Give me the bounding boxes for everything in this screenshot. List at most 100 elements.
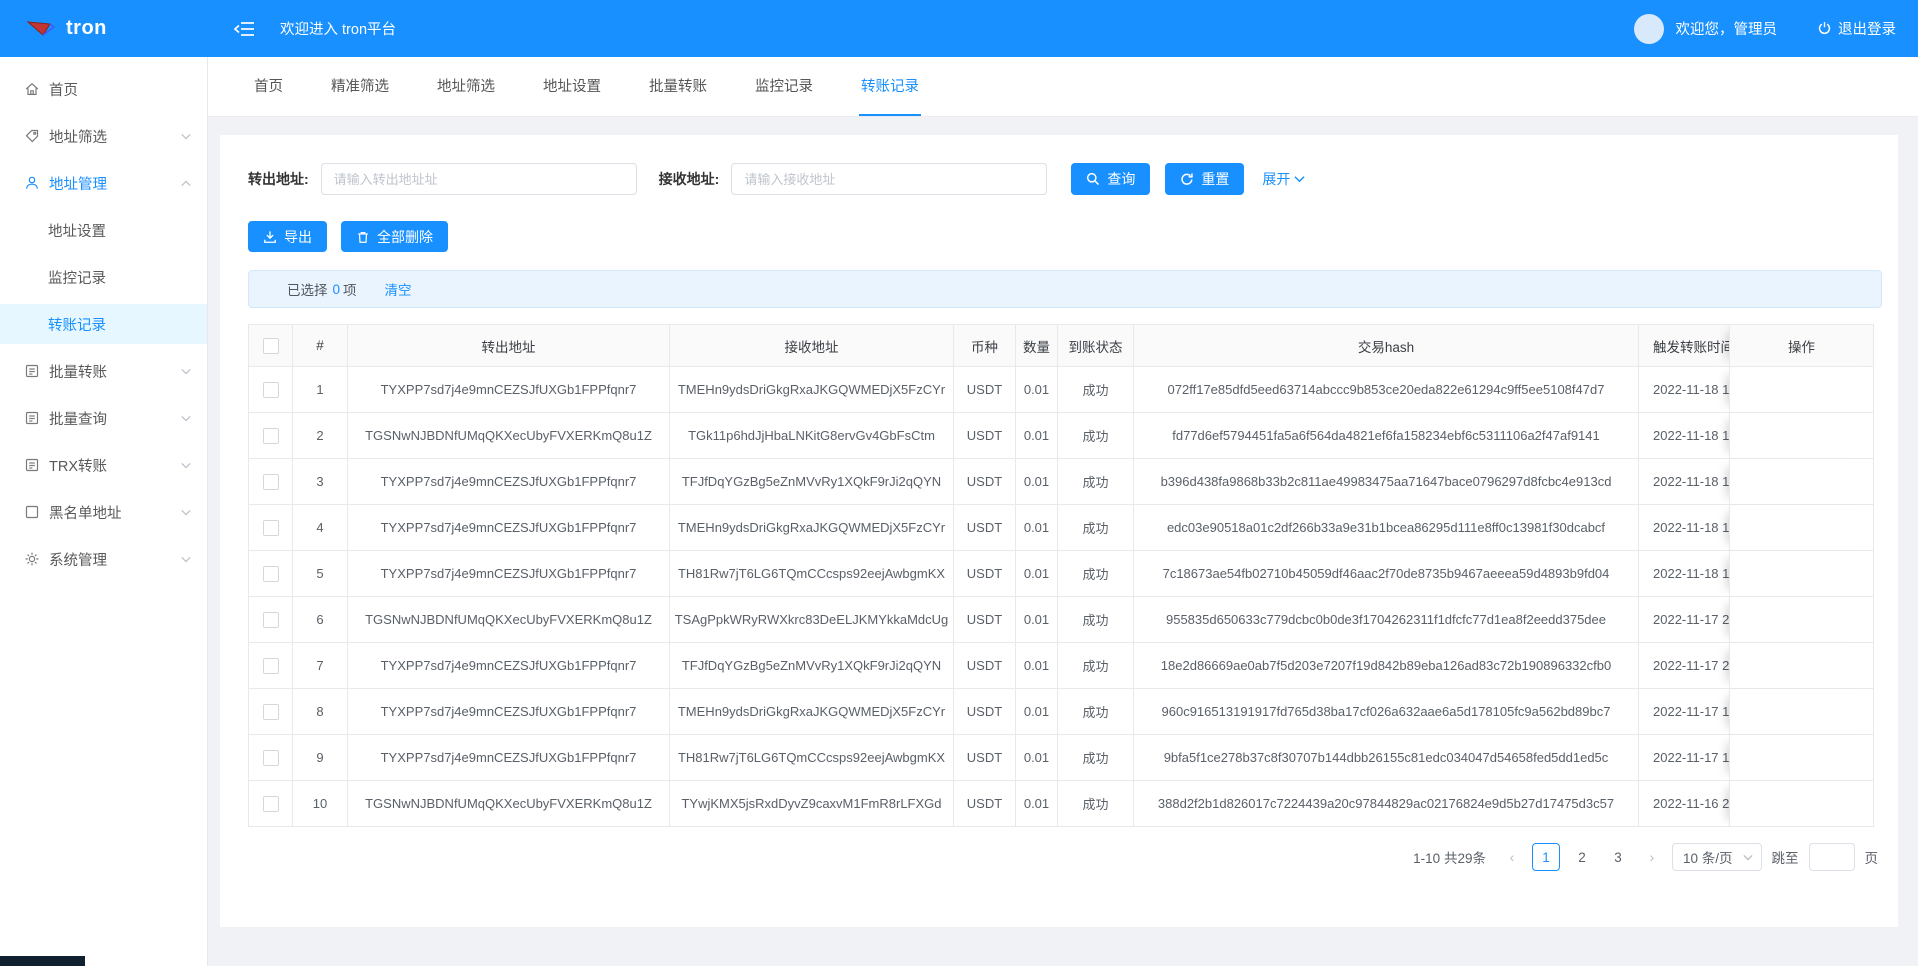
row-checkbox-cell [248,505,293,551]
row-checkbox[interactable] [262,381,279,398]
row-checkbox[interactable] [262,657,279,674]
tab-precise-filter[interactable]: 精准筛选 [329,57,391,116]
pagination-total: 1-10 共29条 [1413,851,1486,866]
export-button[interactable]: 导出 [248,221,327,252]
table-row: 7 TYXPP7sd7j4e9mnCEZSJfUXGb1FPPfqnr7 TFJfD… [248,643,1874,689]
cell-coin: USDT [954,413,1016,459]
row-checkbox-cell [248,689,293,735]
menu-fold-icon[interactable] [234,21,256,37]
sidebar-item-trx-transfer[interactable]: TRX转账 [0,445,207,485]
table-horizontal-scrollbar[interactable]: # 转出地址 接收地址 币种 数量 到账状态 交易hash 触发转账时间 操作 1 TYXPP7s… [248,324,1874,827]
expand-toggle[interactable]: 展开 [1262,169,1305,189]
refresh-icon [1180,172,1194,186]
select-all-checkbox[interactable] [262,337,279,354]
profile-icon [24,410,40,426]
tab-monitor-records[interactable]: 监控记录 [753,57,815,116]
page-number-3[interactable]: 3 [1604,843,1632,871]
row-checkbox[interactable] [262,519,279,536]
expand-label: 展开 [1262,171,1291,187]
sidebar-item-batch-query[interactable]: 批量查询 [0,398,207,438]
trash-icon [356,230,370,244]
sidebar-subitem-monitor-records[interactable]: 监控记录 [0,257,207,297]
cell-amount: 0.01 [1016,505,1058,551]
cell-status: 成功 [1058,367,1134,413]
search-icon [1086,172,1100,186]
cell-index: 9 [293,735,348,781]
square-icon [24,504,40,520]
tab-address-settings[interactable]: 地址设置 [541,57,603,116]
next-page-button[interactable]: › [1642,849,1662,865]
cell-index: 10 [293,781,348,827]
row-checkbox[interactable] [262,749,279,766]
jump-page-input[interactable] [1808,843,1855,871]
cell-index: 6 [293,597,348,643]
cell-to_address: TGk11p6hdJjHbaLNKitG8ervGv4GbFsCtm [670,413,954,459]
sidebar-menu: 首页地址筛选地址管理地址设置监控记录转账记录批量转账批量查询 TRX转账黑名单地址… [0,57,207,579]
cell-status: 成功 [1058,459,1134,505]
chevron-down-icon [181,462,191,469]
profile-icon [24,457,40,473]
sidebar-item-system-manage[interactable]: 系统管理 [0,539,207,579]
sidebar-subitem-transfer-records[interactable]: 转账记录 [0,304,207,344]
chevron-up-icon [181,180,191,187]
cell-index: 4 [293,505,348,551]
cell-to_address: TH81Rw7jT6LG6TQmCCcsps92eejAwbgmKX [670,735,954,781]
selection-unit: 项 [343,283,357,298]
page-size-select[interactable]: 10 条/页 [1671,843,1762,871]
cell-tx_hash: b396d438fa9868b33b2c811ae49983475aa71647… [1134,459,1639,505]
tab-home[interactable]: 首页 [252,57,285,116]
logout-button[interactable]: 退出登录 [1817,18,1896,39]
cell-tx_hash: 955835d650633c779dcbc0b0de3f1704262311f1… [1134,597,1639,643]
sidebar-item-label: 地址管理 [49,176,107,193]
sidebar-item-blacklist[interactable]: 黑名单地址 [0,492,207,532]
prev-page-button[interactable]: ‹ [1502,849,1522,865]
sidebar-item-address-filter[interactable]: 地址筛选 [0,116,207,156]
cell-to_address: TMEHn9ydsDriGkgRxaJKGQWMEDjX5FzCYr [670,689,954,735]
page-number-1[interactable]: 1 [1531,843,1560,871]
reset-button[interactable]: 重置 [1165,163,1245,195]
to-address-input[interactable] [731,163,1048,195]
sidebar-subitem-address-settings[interactable]: 地址设置 [0,210,207,250]
row-checkbox[interactable] [262,611,279,628]
header-checkbox-cell [248,324,293,367]
clear-selection-link[interactable]: 清空 [385,279,412,299]
cell-to_address: TSAgPpkWRyRWXkrc83DeELJKMYkkaMdcUg [670,597,954,643]
jump-label: 跳至 [1771,851,1799,866]
sidebar-item-batch-transfer[interactable]: 批量转账 [0,351,207,391]
from-address-input[interactable] [320,163,637,195]
avatar[interactable] [1633,13,1664,44]
cell-status: 成功 [1058,781,1134,827]
sidebar-item-address-manage[interactable]: 地址管理 [0,163,207,203]
sidebar-item-home[interactable]: 首页 [0,69,207,109]
cell-status: 成功 [1058,551,1134,597]
cell-index: 5 [293,551,348,597]
cell-action [1729,459,1874,505]
cell-status: 成功 [1058,413,1134,459]
sidebar-item-label: 黑名单地址 [49,505,122,522]
row-checkbox[interactable] [262,795,279,812]
sidebar-item-label: 首页 [49,82,78,99]
sidebar-footer-strip [0,956,85,966]
cell-tx_hash: edc03e90518a01c2df266b33a9e31b1bcea86295… [1134,505,1639,551]
row-checkbox[interactable] [262,473,279,490]
row-checkbox[interactable] [262,703,279,720]
row-checkbox-cell [248,367,293,413]
table-row: 5 TYXPP7sd7j4e9mnCEZSJfUXGb1FPPfqnr7 TH81R… [248,551,1874,597]
search-button-label: 查询 [1107,171,1136,187]
page-number-2[interactable]: 2 [1568,843,1596,871]
column-header-amount: 数量 [1016,324,1058,367]
cell-amount: 0.01 [1016,413,1058,459]
tab-transfer-records[interactable]: 转账记录 [859,57,921,116]
search-button[interactable]: 查询 [1071,163,1151,195]
row-checkbox[interactable] [262,427,279,444]
tab-label: 转账记录 [861,79,919,95]
tab-address-filter[interactable]: 地址筛选 [435,57,497,116]
table-body: 1 TYXPP7sd7j4e9mnCEZSJfUXGb1FPPfqnr7 TMEHn… [248,367,1874,827]
row-checkbox[interactable] [262,565,279,582]
page-number-list: 123 [1531,843,1632,871]
cell-tx_hash: 7c18673ae54fb02710b45059df46aac2f70de873… [1134,551,1639,597]
cell-from_address: TYXPP7sd7j4e9mnCEZSJfUXGb1FPPfqnr7 [348,643,670,689]
tab-batch-transfer[interactable]: 批量转账 [647,57,709,116]
delete-all-button[interactable]: 全部删除 [341,221,448,252]
transfer-records-table: # 转出地址 接收地址 币种 数量 到账状态 交易hash 触发转账时间 操作 1 TYXPP7s… [248,324,1874,827]
